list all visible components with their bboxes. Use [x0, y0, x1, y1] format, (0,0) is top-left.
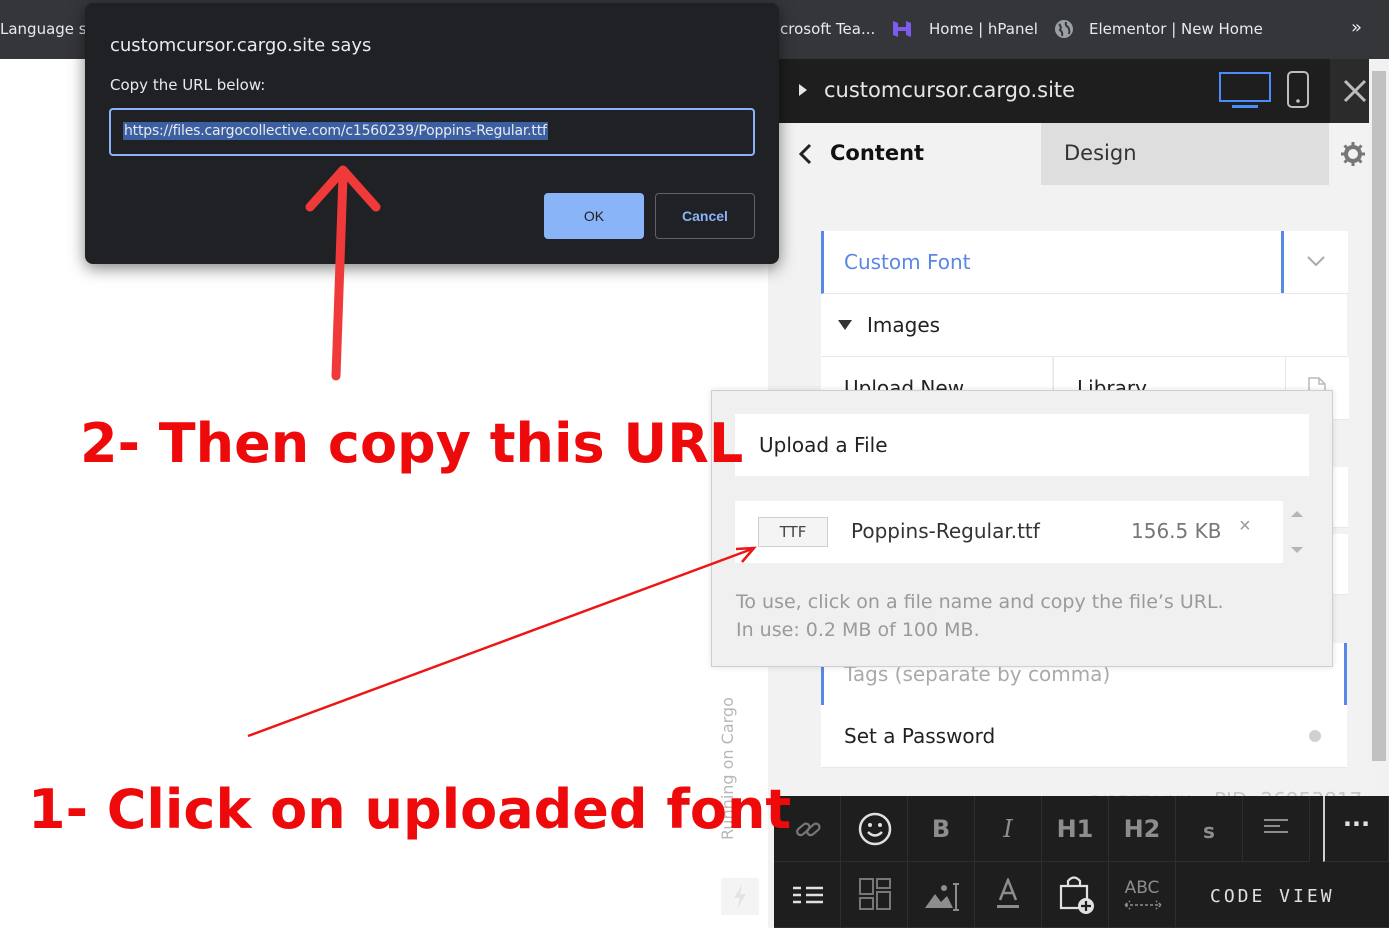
annotation-step-2: 2- Then copy this URL — [80, 412, 744, 475]
annotation-arrow-up — [305, 165, 381, 381]
annotation-arrow-diagonal — [247, 546, 757, 738]
annotation-step-1: 1- Click on uploaded font — [28, 778, 792, 841]
